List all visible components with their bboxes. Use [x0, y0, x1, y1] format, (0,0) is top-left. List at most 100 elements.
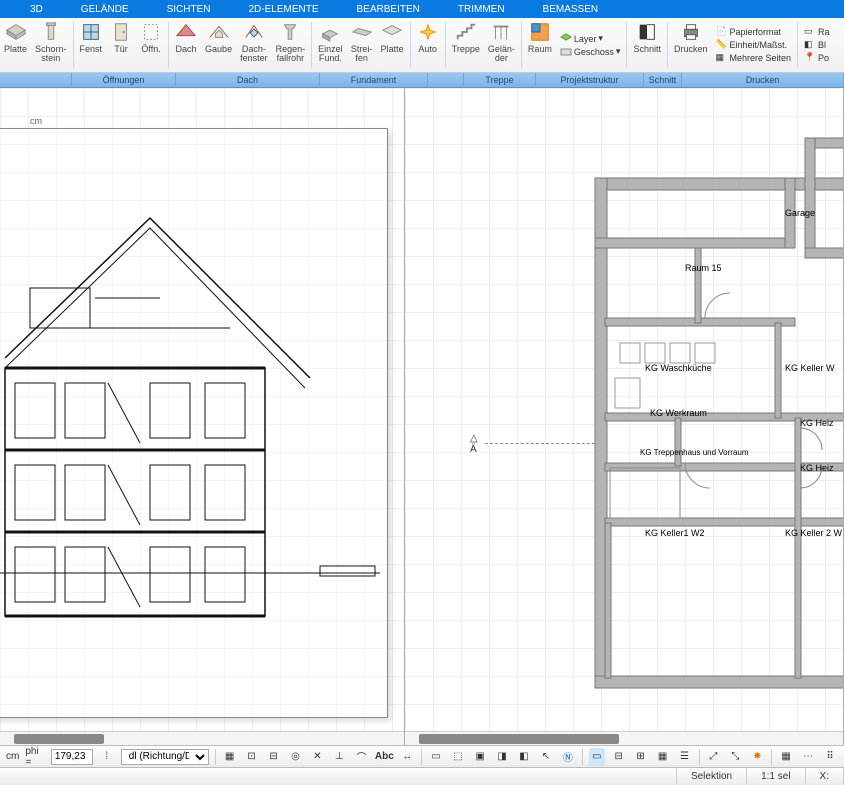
- select-window-icon[interactable]: ⬚: [450, 748, 466, 766]
- geschoss-dropdown[interactable]: Geschoss▾: [560, 46, 621, 58]
- pin-icon: 📍: [804, 52, 816, 64]
- slab-icon: [381, 21, 403, 43]
- extra-settings: ▭Ra ◧Bl 📍Po: [800, 18, 834, 72]
- tool-raum[interactable]: Raum: [524, 18, 556, 72]
- snap-mid-icon[interactable]: ⊟: [266, 748, 282, 766]
- tool-gelaender[interactable]: Gelän- der: [484, 18, 519, 72]
- tool-streifenfundament[interactable]: Strei- fen: [347, 18, 377, 72]
- tool-gaube[interactable]: Gaube: [201, 18, 236, 72]
- dl-select[interactable]: dl (Richtung/Di: [121, 749, 209, 765]
- select-cross-icon[interactable]: ▣: [472, 748, 488, 766]
- tool-tuer[interactable]: Tür: [106, 18, 136, 72]
- grid-toggle-icon[interactable]: ▦: [778, 748, 794, 766]
- status-bar: Selektion 1:1 sel X:: [0, 767, 844, 785]
- text-icon[interactable]: Abc: [375, 748, 393, 766]
- roof-icon: [175, 21, 197, 43]
- cursor-icon[interactable]: ↖: [538, 748, 554, 766]
- section-marker-a: △Ä: [470, 433, 478, 455]
- tool-fenster[interactable]: Fenst: [76, 18, 107, 72]
- layers-icon[interactable]: ☰: [677, 748, 693, 766]
- door-icon: [110, 21, 132, 43]
- menu-bearbeiten[interactable]: BEARBEITEN: [357, 4, 420, 15]
- layer-dropdown[interactable]: Layer▾: [560, 33, 621, 45]
- menu-bemassen[interactable]: BEMASSEN: [543, 4, 599, 15]
- group-fundament: Fundament: [320, 73, 428, 87]
- paper-icon: 📄: [715, 26, 727, 38]
- single-foundation-icon: [319, 21, 341, 43]
- unit-indicator: cm: [6, 751, 19, 762]
- label-heiz2: KG Heiz: [800, 463, 834, 473]
- pages-icon: ▦: [715, 52, 727, 64]
- tool-einzelfundament[interactable]: Einzel Fund.: [314, 18, 347, 72]
- layer-icon: [560, 33, 572, 45]
- menu-gelaende[interactable]: GELÄNDE: [81, 4, 129, 15]
- menu-trimmen[interactable]: TRIMMEN: [458, 4, 505, 15]
- mehrere-seiten-button[interactable]: ▦Mehrere Seiten: [715, 52, 791, 64]
- dim-toggle-icon[interactable]: ⋯: [800, 748, 816, 766]
- status-scale: 1:1 sel: [747, 768, 805, 785]
- status-x: X:: [806, 768, 844, 785]
- more-icon[interactable]: ⠿: [822, 748, 838, 766]
- snap-tangent-icon[interactable]: ⌒: [353, 748, 369, 766]
- view-quad-icon[interactable]: ▦: [655, 748, 671, 766]
- plate-3d-icon: [5, 21, 27, 43]
- bottom-toolbar: cm phi = ⁞ dl (Richtung/Di ▦ ⊡ ⊟ ◎ ✕ ⊥ ⌒…: [0, 745, 844, 767]
- erase-partial-icon[interactable]: ◧: [516, 748, 532, 766]
- tool-auto[interactable]: Auto: [413, 18, 443, 72]
- menu-3d[interactable]: 3D: [30, 4, 43, 15]
- tool-regenfallrohr[interactable]: Regen- fallrohr: [272, 18, 310, 72]
- label-keller2: KG Keller 2 W: [785, 528, 842, 538]
- label-waschkueche: KG Waschküche: [645, 363, 712, 373]
- snap-center-icon[interactable]: ◎: [288, 748, 304, 766]
- snap-grid-icon[interactable]: ▦: [222, 748, 238, 766]
- status-selektion: Selektion: [677, 768, 747, 785]
- menu-sichten[interactable]: SICHTEN: [167, 4, 211, 15]
- stair-icon: [455, 21, 477, 43]
- tool-platte[interactable]: Platte: [0, 18, 31, 72]
- ra-button[interactable]: ▭Ra: [804, 26, 830, 38]
- tool-dachfenster[interactable]: Dach- fenster: [236, 18, 272, 72]
- marker-icon[interactable]: ✸: [749, 748, 765, 766]
- elevation-view[interactable]: cm: [0, 88, 405, 745]
- measure-icon[interactable]: ↔: [399, 748, 415, 766]
- zoom-sel-icon[interactable]: ⤡: [727, 748, 743, 766]
- menu-2d-elemente[interactable]: 2D-ELEMENTE: [249, 4, 319, 15]
- north-icon[interactable]: Ⓝ: [560, 748, 576, 766]
- tool-schnitt[interactable]: Schnitt: [629, 18, 665, 72]
- select-rect-icon[interactable]: ▭: [428, 748, 444, 766]
- view-split-h-icon[interactable]: ⊟: [611, 748, 627, 766]
- group-blank2: [428, 73, 464, 87]
- phi-input[interactable]: [51, 749, 93, 765]
- unit-label: cm: [30, 116, 42, 126]
- tool-oeffnung[interactable]: Öffn.: [136, 18, 166, 72]
- view-split-v-icon[interactable]: ⊞: [633, 748, 649, 766]
- tool-dach[interactable]: Dach: [171, 18, 201, 72]
- papierformat-button[interactable]: 📄Papierformat: [715, 26, 791, 38]
- tool-treppe[interactable]: Treppe: [448, 18, 484, 72]
- snap-intersect-icon[interactable]: ✕: [309, 748, 325, 766]
- left-scrollbar[interactable]: [0, 731, 404, 745]
- label-heiz1: KG Heiz: [800, 418, 834, 428]
- view-2d-icon[interactable]: ▭: [589, 748, 605, 766]
- group-schnitt: Schnitt: [644, 73, 682, 87]
- zoom-extent-icon[interactable]: ⤢: [705, 748, 721, 766]
- bl-button[interactable]: ◧Bl: [804, 39, 830, 51]
- right-scrollbar[interactable]: [405, 731, 843, 745]
- elevation-drawing: [0, 168, 400, 648]
- eraser-icon[interactable]: ◨: [494, 748, 510, 766]
- snap-endpoint-icon[interactable]: ⊡: [244, 748, 260, 766]
- phi-spinner[interactable]: ⁞: [99, 748, 115, 766]
- einheit-button[interactable]: 📏Einheit/Maßst.: [715, 39, 791, 51]
- floorplan-view[interactable]: △Ä: [405, 88, 844, 745]
- layer-controls: Layer▾ Geschoss▾: [556, 18, 625, 72]
- floor-icon: [560, 46, 572, 58]
- snap-perp-icon[interactable]: ⊥: [331, 748, 347, 766]
- tool-drucken[interactable]: Drucken: [670, 18, 712, 72]
- label-garage: Garage: [785, 208, 815, 218]
- po-button[interactable]: 📍Po: [804, 52, 830, 64]
- floorplan-drawing: [575, 118, 844, 698]
- ribbon-toolbar: Platte Schorn- stein Fenst Tür Öffn. Dac…: [0, 18, 844, 73]
- tool-plattenfundament[interactable]: Platte: [377, 18, 408, 72]
- group-oeffnungen: Öffnungen: [72, 73, 176, 87]
- tool-schornstein[interactable]: Schorn- stein: [31, 18, 71, 72]
